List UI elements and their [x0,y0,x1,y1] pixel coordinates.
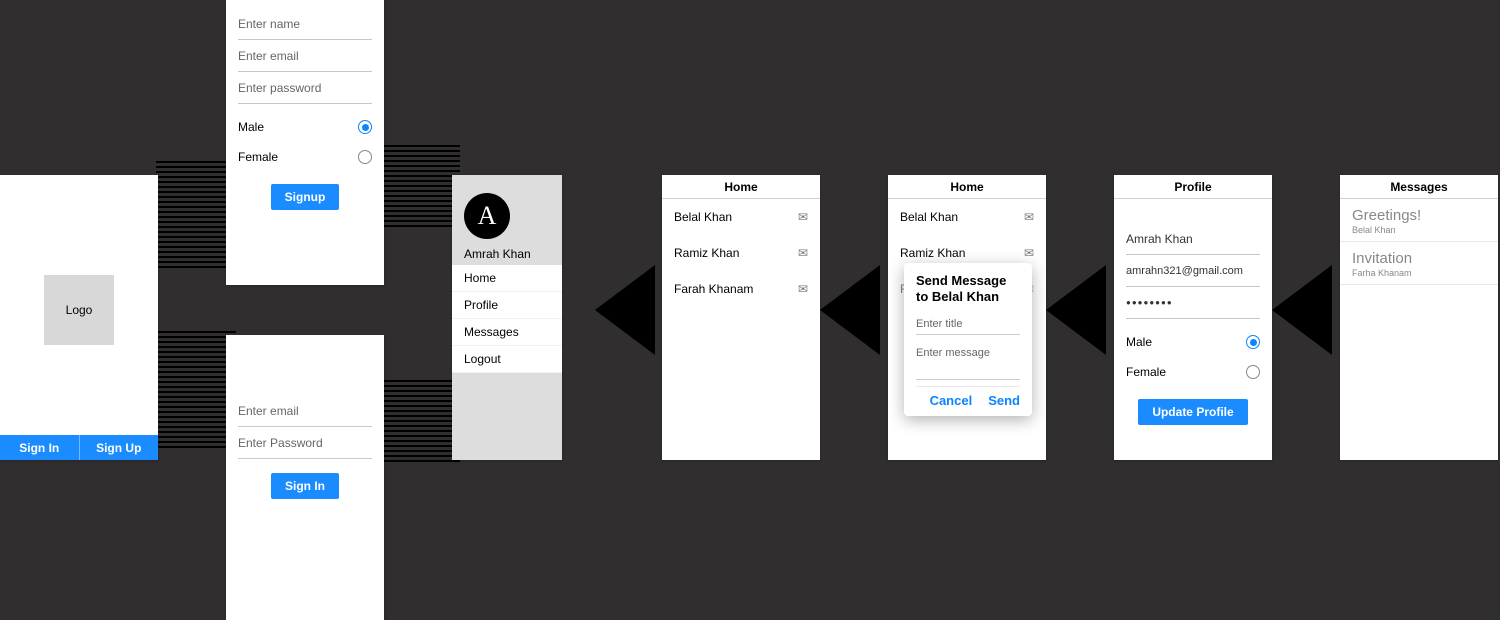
sign-in-tab[interactable]: Sign In [0,435,79,460]
message-title: Greetings! [1352,207,1486,224]
contact-row[interactable]: Farah Khanam ✉ [662,271,820,307]
drawer-item-profile[interactable]: Profile [452,292,562,319]
mail-icon[interactable]: ✉ [1024,246,1034,260]
gender-female-label: Female [238,150,278,164]
drawer-screen: A Amrah Khan Home Profile Messages Logou… [452,175,562,460]
send-message-dialog: Send Message to Belal Khan Enter title E… [904,263,1032,416]
logo-placeholder: Logo [44,275,114,345]
dialog-title: Send Message to Belal Khan [916,273,1020,306]
message-sender: Farha Khanam [1352,268,1486,278]
message-item[interactable]: Greetings! Belal Khan [1340,199,1498,242]
page-title: Home [662,175,820,199]
password-field[interactable]: Enter password [238,72,372,104]
cancel-button[interactable]: Cancel [930,393,973,408]
message-title: Invitation [1352,250,1486,267]
message-sender: Belal Khan [1352,225,1486,235]
send-button[interactable]: Send [988,393,1020,408]
contact-row[interactable]: Ramiz Khan ✉ [662,235,820,271]
drawer-username: Amrah Khan [464,247,562,261]
mail-icon[interactable]: ✉ [798,210,808,224]
messages-screen: Messages Greetings! Belal Khan Invitatio… [1340,175,1498,460]
message-item[interactable]: Invitation Farha Khanam [1340,242,1498,285]
drawer-item-logout[interactable]: Logout [452,346,562,373]
profile-gender-female[interactable]: Female [1126,359,1260,385]
contact-name: Belal Khan [674,210,732,224]
auth-tabbar: Sign In Sign Up [0,435,158,460]
email-field[interactable]: Enter email [238,40,372,72]
signin-email-field[interactable]: Enter email [238,395,372,427]
signup-button[interactable]: Signup [271,184,340,210]
contact-name: Farah Khanam [674,282,753,296]
mail-icon[interactable]: ✉ [798,246,808,260]
page-title: Messages [1340,175,1498,199]
home-screen: Home Belal Khan ✉ Ramiz Khan ✉ Farah Kha… [662,175,820,460]
logo-text: Logo [66,303,93,317]
landing-screen: Logo Sign In Sign Up [0,175,158,460]
contact-row[interactable]: Belal Khan ✉ [888,199,1046,235]
avatar: A [464,193,510,239]
contact-name: Ramiz Khan [900,246,965,260]
profile-name-field[interactable]: Amrah Khan [1126,223,1260,255]
signup-screen: Enter name Enter email Enter password Ma… [226,0,384,285]
contact-name: Ramiz Khan [674,246,739,260]
drawer-item-home[interactable]: Home [452,265,562,292]
page-title: Home [888,175,1046,199]
home-screen-dialog: Home Belal Khan ✉ Ramiz Khan ✉ F ✉ Send … [888,175,1046,460]
radio-selected-icon [358,120,372,134]
sign-up-tab[interactable]: Sign Up [79,435,159,460]
drawer-item-messages[interactable]: Messages [452,319,562,346]
gender-female-option[interactable]: Female [238,144,372,170]
gender-male-label: Male [238,120,264,134]
mail-icon[interactable]: ✉ [798,282,808,296]
signin-screen: Enter email Enter Password Sign In [226,335,384,620]
radio-empty-icon [1246,365,1260,379]
name-field[interactable]: Enter name [238,8,372,40]
mail-icon[interactable]: ✉ [1024,210,1034,224]
signin-button[interactable]: Sign In [271,473,339,499]
contact-name: Belal Khan [900,210,958,224]
signin-password-field[interactable]: Enter Password [238,427,372,459]
dialog-title-field[interactable]: Enter title [916,312,1020,335]
contact-row[interactable]: Belal Khan ✉ [662,199,820,235]
profile-screen: Profile Amrah Khan amrahn321@gmail.com ●… [1114,175,1272,460]
radio-selected-icon [1246,335,1260,349]
gender-male-option[interactable]: Male [238,114,372,140]
update-profile-button[interactable]: Update Profile [1138,399,1247,425]
dialog-message-field[interactable]: Enter message [916,341,1020,380]
radio-empty-icon [358,150,372,164]
avatar-letter: A [478,201,497,231]
profile-gender-male[interactable]: Male [1126,329,1260,355]
page-title: Profile [1114,175,1272,199]
profile-email-field[interactable]: amrahn321@gmail.com [1126,255,1260,287]
profile-password-field[interactable]: ●●●●●●●● [1126,287,1260,319]
